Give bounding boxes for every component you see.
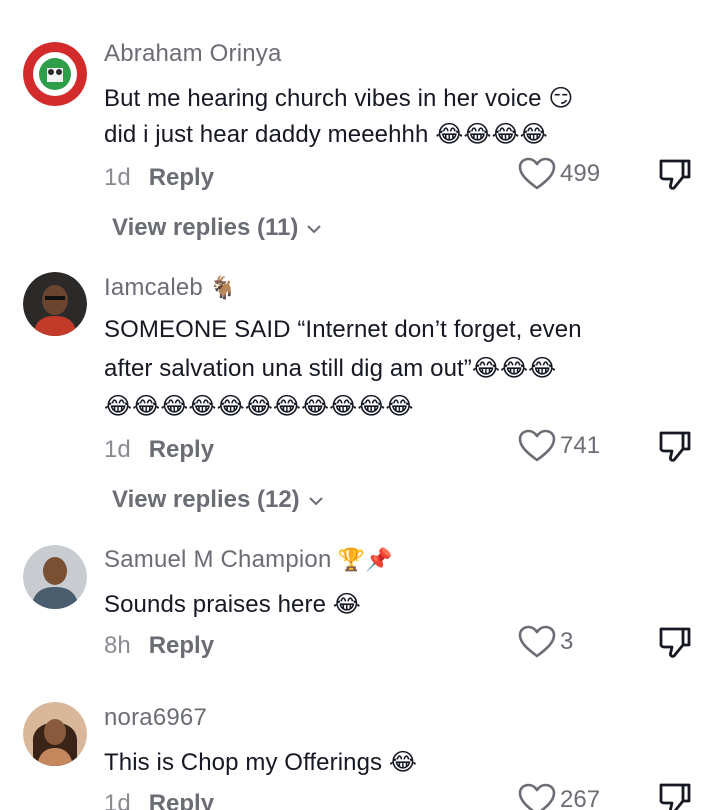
heart-outline-icon — [518, 157, 556, 191]
reply-button[interactable]: Reply — [149, 436, 214, 463]
heart-outline-icon — [518, 625, 556, 659]
dislike-button[interactable] — [657, 780, 693, 810]
comment-text-line: after salvation una still dig am out”😂😂😂 — [104, 355, 557, 382]
like-count: 3 — [560, 628, 574, 655]
thumbs-down-icon — [657, 156, 693, 192]
comment-text-line: This is Chop my Offerings 😂 — [104, 749, 418, 776]
comment-time: 1d — [104, 790, 131, 810]
comment-username[interactable]: nora6967 — [104, 704, 207, 732]
comment-text-line: 😂😂😂😂😂😂😂😂😂😂😂 — [104, 393, 414, 420]
view-replies-button[interactable]: View replies (12) — [112, 486, 324, 514]
avatar[interactable] — [23, 272, 87, 336]
reply-button[interactable]: Reply — [149, 164, 214, 191]
comment-username[interactable]: Abraham Orinya — [104, 40, 282, 68]
like-button[interactable]: 3 — [518, 624, 573, 660]
trophy-pin-badge-icon: 🏆📌 — [337, 548, 393, 573]
comment-text-line: SOMEONE SAID “Internet don’t forget, eve… — [104, 316, 582, 343]
avatar[interactable] — [23, 545, 87, 609]
comment-text-line: Sounds praises here 😂 — [104, 591, 361, 618]
comment-meta: 1d Reply — [104, 790, 214, 810]
comment-username[interactable]: Samuel M Champion 🏆📌 — [104, 546, 393, 574]
heart-outline-icon — [518, 429, 556, 463]
goat-icon: 🐐 — [208, 276, 237, 301]
heart-outline-icon — [518, 783, 556, 810]
thumbs-down-icon — [657, 780, 693, 810]
dislike-button[interactable] — [657, 624, 693, 660]
reply-button[interactable]: Reply — [149, 632, 214, 659]
like-count: 267 — [560, 786, 601, 810]
comment-time: 8h — [104, 632, 131, 659]
comment-meta: 8h Reply — [104, 632, 214, 660]
chevron-down-icon — [306, 223, 322, 235]
dislike-button[interactable] — [657, 428, 693, 464]
comment-meta: 1d Reply — [104, 164, 214, 192]
dislike-button[interactable] — [657, 156, 693, 192]
comment-time: 1d — [104, 436, 131, 463]
avatar[interactable] — [23, 702, 87, 766]
view-replies-button[interactable]: View replies (11) — [112, 214, 322, 242]
comment-meta: 1d Reply — [104, 436, 214, 464]
thumbs-down-icon — [657, 428, 693, 464]
thumbs-down-icon — [657, 624, 693, 660]
like-button[interactable]: 741 — [518, 428, 600, 464]
comment-text-line: did i just hear daddy meeehhh 😂😂😂😂 — [104, 121, 548, 148]
like-button[interactable]: 267 — [518, 782, 600, 810]
reply-button[interactable]: Reply — [149, 790, 214, 810]
like-button[interactable]: 499 — [518, 156, 600, 192]
like-count: 741 — [560, 432, 601, 459]
like-count: 499 — [560, 160, 601, 187]
avatar[interactable] — [23, 42, 87, 106]
chevron-down-icon — [308, 495, 324, 507]
comment-time: 1d — [104, 164, 131, 191]
comment-username[interactable]: Iamcaleb 🐐 — [104, 274, 237, 302]
comment-text-line: But me hearing church vibes in her voice… — [104, 85, 574, 112]
